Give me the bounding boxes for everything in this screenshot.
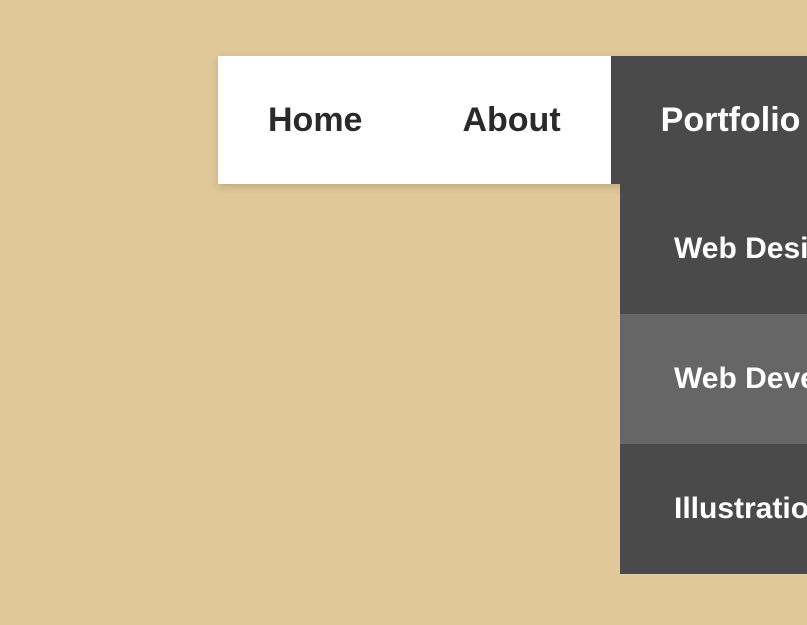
main-navbar: Home About Portfolio	[218, 56, 807, 184]
dropdown-item-web-design[interactable]: Web Design	[620, 184, 807, 314]
nav-item-about[interactable]: About	[412, 56, 610, 184]
dropdown-label: Web Design	[674, 232, 807, 265]
nav-item-home[interactable]: Home	[218, 56, 412, 184]
nav-label: Home	[268, 101, 362, 140]
dropdown-item-illustrations[interactable]: Illustrations	[620, 444, 807, 574]
dropdown-label: Illustrations	[674, 492, 807, 525]
dropdown-item-web-development[interactable]: Web Development	[620, 314, 807, 444]
nav-item-portfolio[interactable]: Portfolio	[611, 56, 807, 184]
nav-label: About	[462, 101, 560, 140]
nav-label: Portfolio	[661, 101, 801, 140]
dropdown-label: Web Development	[674, 362, 807, 395]
portfolio-dropdown: Web Design Web Development Illustrations	[620, 184, 807, 574]
